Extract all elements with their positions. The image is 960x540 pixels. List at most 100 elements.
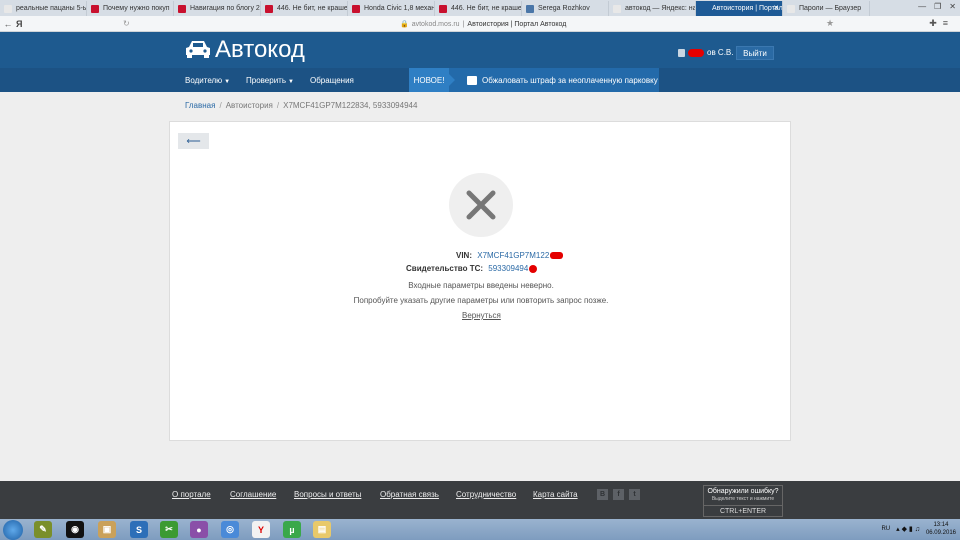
footer-link-cooperation[interactable]: Сотрудничество (456, 490, 516, 499)
windows-taskbar: ✎ ◉ ▣ S ✂ ● ◎ Y µ ▤ RU ▴ ◆ ▮ ♫ 13:14 06.… (0, 519, 960, 540)
user-profile[interactable]: ов С.В. (678, 48, 733, 57)
vin-value: X7MCF41GP7M122 (477, 251, 550, 260)
yandex-logo[interactable]: Я (16, 19, 28, 29)
breadcrumb-home[interactable]: Главная (185, 101, 215, 110)
tab-label: Почему нужно покуп (103, 5, 170, 12)
retry-link[interactable]: Вернуться (462, 311, 501, 320)
lock-icon: 🔒 (400, 20, 409, 28)
tab-label: автокод — Яндекс: на (625, 5, 696, 12)
printer-icon (467, 75, 477, 85)
report-title: Обнаружили ошибку? (707, 488, 779, 495)
browser-tab[interactable]: 446. Не бит, не краше (261, 1, 348, 16)
yandex-browser-icon[interactable]: Y (252, 521, 270, 538)
browser-tab[interactable]: Автоистория | Портал ✕ (696, 1, 783, 16)
language-indicator[interactable]: RU (881, 526, 890, 532)
tab-label: реальные пацаны 5-ы (16, 5, 87, 12)
tab-close-icon[interactable]: ✕ (773, 4, 779, 12)
user-icon (678, 48, 685, 57)
tab-label: 446. Не бит, не краше (451, 5, 522, 12)
vin-label: VIN: (456, 251, 472, 260)
browser-tab[interactable]: Serega Rozhkov (522, 1, 609, 16)
site-footer: О портале Соглашение Вопросы и ответы Об… (0, 481, 960, 519)
site-logo-text[interactable]: Автокод (215, 36, 305, 64)
nav-item-drivers[interactable]: Водителю ▼ (185, 76, 230, 85)
pencil-app-icon[interactable]: ✎ (34, 521, 52, 538)
site-header: Автокод ов С.В. Выйти (0, 32, 960, 68)
user-name: ов С.В. (707, 48, 734, 57)
utorrent-icon[interactable]: µ (283, 521, 301, 538)
twitter-icon[interactable]: t (629, 489, 640, 500)
media-app-icon[interactable]: ▣ (98, 521, 116, 538)
close-icon[interactable]: ✕ (949, 2, 956, 11)
alien-app-icon[interactable]: ◉ (66, 521, 84, 538)
breadcrumb-section[interactable]: Автоистория (226, 101, 273, 110)
bookmark-star-icon[interactable]: ★ (826, 18, 834, 29)
system-tray: RU ▴ ◆ ▮ ♫ 13:14 06.09.2016 (881, 521, 956, 537)
skype-app-icon[interactable]: S (130, 521, 148, 538)
browser-tab[interactable]: Навигация по блогу 2 (174, 1, 261, 16)
error-message: Входные параметры введены неверно. (408, 281, 554, 290)
caret-down-icon: ▼ (288, 79, 294, 85)
footer-link-agreement[interactable]: Соглашение (230, 490, 276, 499)
browser-tab[interactable]: автокод — Яндекс: на (609, 1, 696, 16)
restore-icon[interactable]: ❐ (934, 2, 941, 11)
new-badge: НОВОЕ! (409, 68, 455, 92)
tab-favicon-icon (91, 5, 99, 13)
browser-tab[interactable]: Honda Civic 1,8 механ (348, 1, 435, 16)
browser-tab-strip: реальные пацаны 5-ы Почему нужно покуп Нав… (0, 0, 960, 16)
vin-row: VIN: X7MCF41GP7M122 (456, 251, 564, 260)
browser-tab[interactable]: Почему нужно покуп (87, 1, 174, 16)
facebook-icon[interactable]: f (613, 489, 624, 500)
footer-link-feedback[interactable]: Обратная связь (380, 490, 439, 499)
footer-link-sitemap[interactable]: Карта сайта (533, 490, 578, 499)
tab-favicon-icon (439, 5, 447, 13)
clock-time: 13:14 (933, 522, 949, 528)
clock[interactable]: 13:14 06.09.2016 (926, 521, 956, 537)
chrome-icon[interactable]: ◎ (221, 521, 239, 538)
error-indicator (449, 173, 513, 237)
tray-icons[interactable]: ▴ ◆ ▮ ♫ (896, 525, 920, 533)
car-logo-icon (186, 41, 210, 58)
breadcrumb-current: X7MCF41GP7M122834, 5933094944 (283, 101, 418, 110)
tab-favicon-icon (265, 5, 273, 13)
menu-icon[interactable]: ≡ (943, 18, 948, 29)
tab-favicon-icon (178, 5, 186, 13)
orb-app-icon[interactable]: ● (190, 521, 208, 538)
reload-icon[interactable]: ↻ (123, 19, 130, 28)
error-x-icon (466, 190, 496, 220)
tab-favicon-icon (613, 5, 621, 13)
back-button[interactable]: ⟵ (178, 133, 209, 149)
start-button[interactable] (3, 519, 23, 540)
result-card: ⟵ VIN: X7MCF41GP7M122 Свидетельство ТС: … (169, 121, 791, 441)
browser-tab[interactable]: 446. Не бит, не краше (435, 1, 522, 16)
footer-link-about[interactable]: О портале (172, 490, 211, 499)
minimize-icon[interactable]: — (918, 2, 926, 11)
report-hint: Выделите текст и нажмите (711, 496, 775, 502)
extension-icon[interactable]: ✚ (929, 18, 937, 29)
tab-label: 446. Не бит, не краше (277, 5, 348, 12)
main-nav: Водителю ▼ Проверить ▼ Обращения НОВОЕ! Об… (0, 68, 960, 92)
vk-icon[interactable]: В (597, 489, 608, 500)
url-host: avtokod.mos.ru (411, 20, 460, 28)
back-arrow-icon: ⟵ (186, 135, 201, 147)
nav-item-appeals[interactable]: Обращения (310, 76, 354, 85)
footer-link-faq[interactable]: Вопросы и ответы (294, 490, 361, 499)
folder-icon[interactable]: ▤ (313, 521, 331, 538)
browser-tab[interactable]: реальные пацаны 5-ы (0, 1, 87, 16)
tab-favicon-icon (4, 5, 12, 13)
tab-label: Serega Rozhkov (538, 5, 590, 12)
back-arrow-icon[interactable]: ← (0, 19, 16, 29)
browser-tab[interactable]: Пароли — Браузер (783, 1, 870, 16)
url-field[interactable]: 🔒 avtokod.mos.ru | Автоистория | Портал Авт… (400, 20, 566, 28)
certificate-row: Свидетельство ТС: 593309494 (406, 264, 538, 273)
error-hint: Попробуйте указать другие параметры или … (353, 296, 609, 305)
tab-label: Навигация по блогу 2 (190, 5, 260, 12)
redaction-mark (529, 264, 538, 273)
nav-item-check[interactable]: Проверить ▼ (246, 76, 294, 85)
browser-extensions: ✚ ≡ (929, 18, 948, 29)
tab-favicon-icon (526, 5, 534, 13)
cut-app-icon[interactable]: ✂ (160, 521, 178, 538)
promo-banner[interactable]: НОВОЕ! Обжаловать штраф за неоплаченную … (409, 68, 659, 92)
logout-button[interactable]: Выйти (736, 46, 774, 60)
tab-label: Пароли — Браузер (799, 5, 862, 12)
